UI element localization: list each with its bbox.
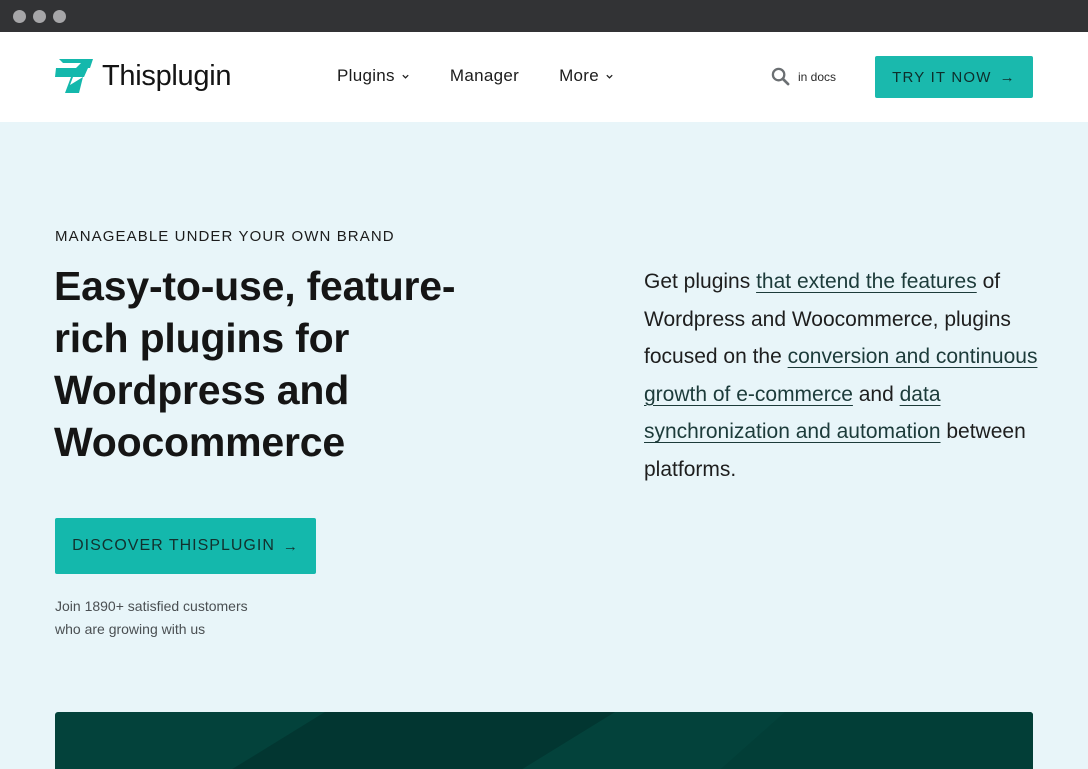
docs-search[interactable]: in docs bbox=[771, 67, 836, 86]
hero-headline: Easy-to-use, feature-rich plugins for Wo… bbox=[54, 263, 456, 465]
arrow-right-icon: → bbox=[282, 537, 299, 555]
hero-lede: Get plugins that extend the features of … bbox=[644, 263, 1039, 488]
window-maximize-dot[interactable] bbox=[53, 9, 66, 23]
nav-item-plugins[interactable]: Plugins bbox=[337, 66, 410, 86]
nav-item-label: Plugins bbox=[337, 66, 395, 85]
window-close-dot[interactable] bbox=[13, 9, 26, 23]
discover-button-label: DISCOVER THISPLUGIN bbox=[72, 537, 275, 554]
browser-title-bar bbox=[0, 0, 1088, 32]
search-label: in docs bbox=[798, 69, 837, 84]
nav-item-label: Manager bbox=[449, 66, 520, 85]
showcase-decoration bbox=[232, 712, 1033, 769]
arrow-right-icon: → bbox=[999, 68, 1016, 86]
social-proof-line: Join 1890+ satisfied customers bbox=[55, 598, 248, 614]
brand-logo[interactable]: Thisplugin bbox=[55, 59, 231, 93]
social-proof: Join 1890+ satisfied customers who are g… bbox=[55, 595, 248, 641]
bolt-logo-icon bbox=[55, 59, 93, 93]
hero-eyebrow: MANAGEABLE UNDER YOUR OWN BRAND bbox=[55, 228, 395, 245]
nav-item-more[interactable]: More bbox=[559, 66, 614, 86]
chevron-down-icon bbox=[402, 74, 409, 79]
brand-name: Thisplugin bbox=[102, 60, 232, 92]
lede-text: and bbox=[852, 382, 900, 406]
hero-section: MANAGEABLE UNDER YOUR OWN BRAND Easy-to-… bbox=[0, 122, 1088, 769]
try-it-now-button[interactable]: TRY IT NOW → bbox=[875, 56, 1033, 98]
nav-item-manager[interactable]: Manager bbox=[450, 66, 519, 86]
lede-text: Get plugins bbox=[644, 270, 757, 293]
window-minimize-dot[interactable] bbox=[33, 9, 46, 23]
main-nav: Plugins Manager More bbox=[337, 66, 654, 86]
showcase-panel bbox=[55, 712, 1033, 769]
site-header: Thisplugin Plugins Manager More in docs … bbox=[0, 32, 1088, 122]
try-button-label: TRY IT NOW bbox=[892, 68, 992, 86]
discover-button[interactable]: DISCOVER THISPLUGIN → bbox=[55, 518, 316, 574]
search-icon bbox=[771, 67, 790, 86]
social-proof-line: who are growing with us bbox=[55, 621, 206, 637]
nav-item-label: More bbox=[559, 66, 599, 85]
chevron-down-icon bbox=[606, 74, 613, 79]
link-extend-features[interactable]: that extend the features bbox=[756, 270, 977, 293]
